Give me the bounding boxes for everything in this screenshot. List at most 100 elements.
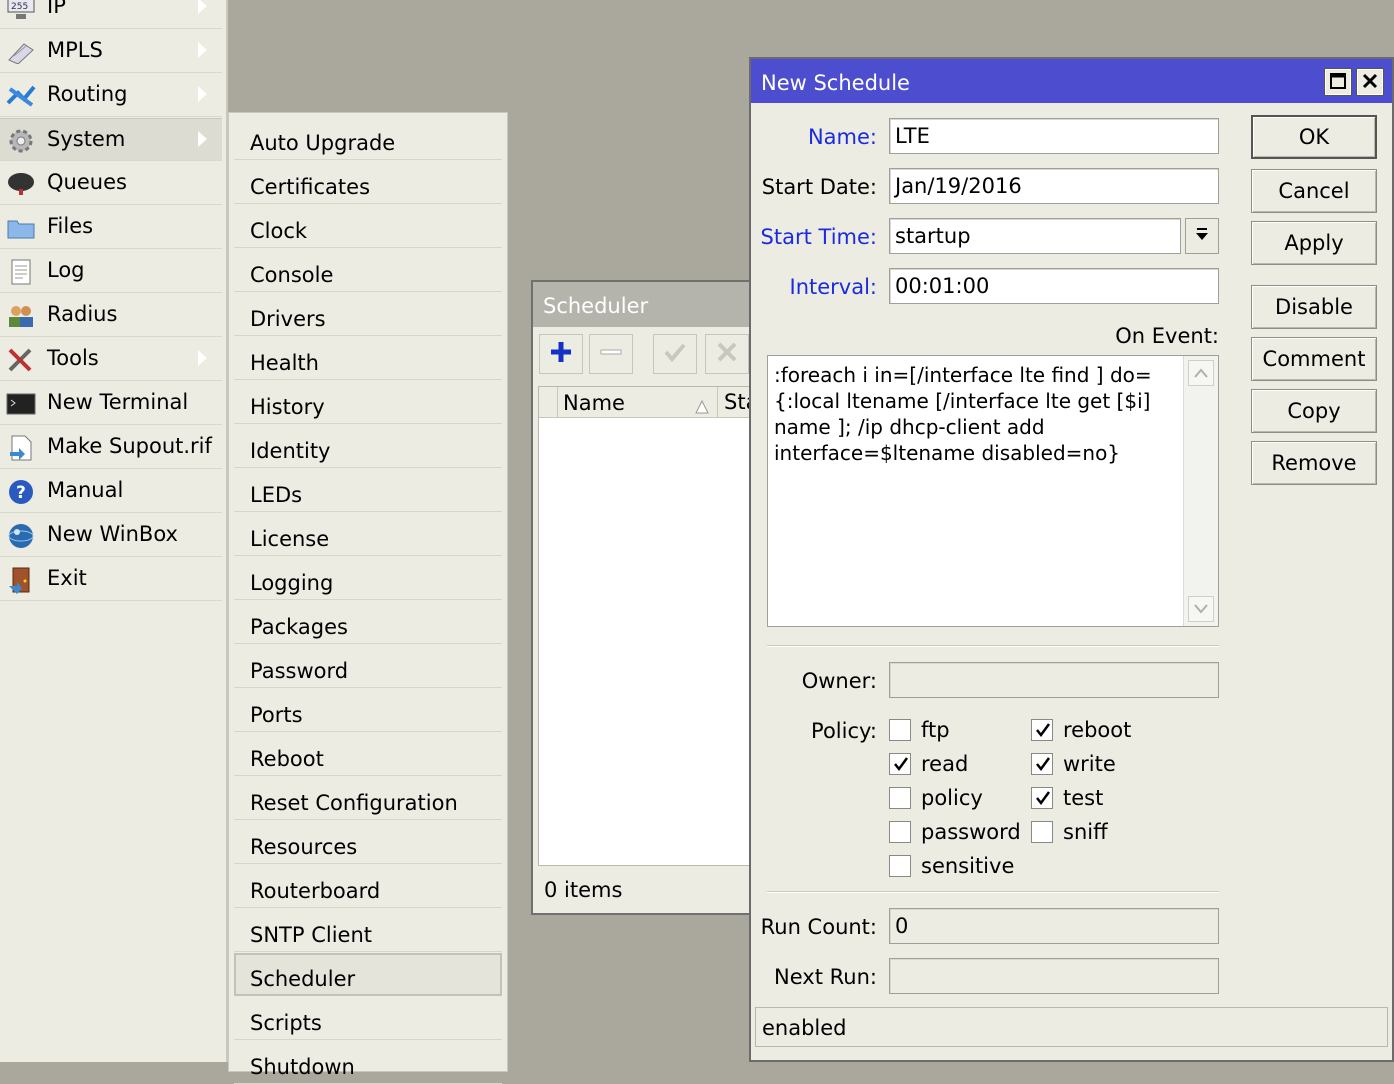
checkmark-icon bbox=[1036, 791, 1051, 806]
submenu-label: History bbox=[250, 395, 325, 419]
submenu-label: Reboot bbox=[250, 747, 324, 771]
start-time-dropdown-button[interactable] bbox=[1185, 218, 1219, 254]
remove-button[interactable] bbox=[589, 334, 633, 374]
start-date-field[interactable]: Jan/19/2016 bbox=[889, 168, 1219, 204]
vertical-scrollbar[interactable] bbox=[1183, 356, 1218, 626]
submenu-item-clock[interactable]: Clock bbox=[234, 205, 502, 248]
submenu-item-auto-upgrade[interactable]: Auto Upgrade bbox=[234, 117, 502, 160]
menu-item-exit[interactable]: Exit bbox=[0, 558, 222, 601]
scheduler-list[interactable]: Name Sta bbox=[538, 386, 778, 866]
check-icon bbox=[663, 340, 687, 369]
submenu-item-identity[interactable]: Identity bbox=[234, 425, 502, 468]
log-icon bbox=[6, 259, 36, 285]
disable-button[interactable] bbox=[705, 334, 749, 374]
apply-button[interactable]: Apply bbox=[1251, 221, 1377, 265]
column-header-name[interactable]: Name bbox=[563, 391, 625, 415]
submenu-label: Password bbox=[250, 659, 349, 683]
policy-checkbox-password[interactable] bbox=[889, 821, 911, 843]
submenu-item-ports[interactable]: Ports bbox=[234, 689, 502, 732]
menu-item-new-terminal[interactable]: New Terminal bbox=[0, 382, 222, 425]
policy-checkbox-sensitive[interactable] bbox=[889, 855, 911, 877]
menu-item-ip[interactable]: 255 IP bbox=[0, 0, 222, 29]
menu-item-manual[interactable]: ? Manual bbox=[0, 470, 222, 513]
add-button[interactable] bbox=[539, 334, 583, 374]
menu-item-tools[interactable]: Tools bbox=[0, 338, 222, 381]
submenu-item-resources[interactable]: Resources bbox=[234, 821, 502, 864]
menu-item-routing[interactable]: Routing bbox=[0, 74, 222, 117]
users-icon bbox=[6, 303, 36, 329]
ok-button[interactable]: OK bbox=[1251, 115, 1377, 159]
start-time-field[interactable]: startup bbox=[889, 218, 1181, 254]
close-button[interactable] bbox=[1356, 68, 1384, 96]
submenu-arrow-icon bbox=[197, 0, 207, 15]
policy-label-policy: policy bbox=[921, 786, 983, 810]
new-schedule-dialog: New Schedule Name: LTE Start Date: Jan/1… bbox=[749, 57, 1394, 1062]
cancel-button[interactable]: Cancel bbox=[1251, 169, 1377, 213]
plus-icon bbox=[549, 340, 573, 369]
name-field[interactable]: LTE bbox=[889, 118, 1219, 154]
copy-button[interactable]: Copy bbox=[1251, 389, 1377, 433]
item-count: 0 items bbox=[544, 878, 623, 902]
menu-item-radius[interactable]: Radius bbox=[0, 294, 222, 337]
menu-item-files[interactable]: Files bbox=[0, 206, 222, 249]
menu-label: Exit bbox=[47, 566, 87, 590]
submenu-item-certificates[interactable]: Certificates bbox=[234, 161, 502, 204]
terminal-icon bbox=[6, 391, 36, 417]
menu-item-queues[interactable]: Queues bbox=[0, 162, 222, 205]
submenu-item-reset-configuration[interactable]: Reset Configuration bbox=[234, 777, 502, 820]
submenu-item-console[interactable]: Console bbox=[234, 249, 502, 292]
menu-label: Queues bbox=[47, 170, 127, 194]
submenu-item-drivers[interactable]: Drivers bbox=[234, 293, 502, 336]
disable-button[interactable]: Disable bbox=[1251, 285, 1377, 329]
policy-checkbox-sniff[interactable] bbox=[1031, 821, 1053, 843]
submenu-item-shutdown[interactable]: Shutdown bbox=[234, 1041, 502, 1084]
tools-icon bbox=[6, 347, 36, 373]
header-spacer bbox=[539, 387, 558, 417]
on-event-textarea[interactable]: :foreach i in=[/interface lte find ] do=… bbox=[767, 355, 1219, 627]
submenu-item-license[interactable]: License bbox=[234, 513, 502, 556]
mpls-icon bbox=[6, 39, 36, 65]
scroll-down-icon[interactable] bbox=[1188, 596, 1214, 622]
menu-item-log[interactable]: Log bbox=[0, 250, 222, 293]
maximize-button[interactable] bbox=[1324, 68, 1352, 96]
submenu-label: Logging bbox=[250, 571, 334, 595]
submenu-item-scripts[interactable]: Scripts bbox=[234, 997, 502, 1040]
menu-item-make-supout[interactable]: Make Supout.rif bbox=[0, 426, 222, 469]
submenu-label: SNTP Client bbox=[250, 923, 373, 947]
submenu-item-packages[interactable]: Packages bbox=[234, 601, 502, 644]
comment-button[interactable]: Comment bbox=[1251, 337, 1377, 381]
submenu-label: Identity bbox=[250, 439, 331, 463]
policy-checkbox-policy[interactable] bbox=[889, 787, 911, 809]
submenu-item-leds[interactable]: LEDs bbox=[234, 469, 502, 512]
svg-text:255: 255 bbox=[11, 2, 28, 12]
policy-checkbox-read[interactable] bbox=[889, 753, 911, 775]
enable-button[interactable] bbox=[653, 334, 697, 374]
submenu-item-reboot[interactable]: Reboot bbox=[234, 733, 502, 776]
menu-label: Radius bbox=[47, 302, 118, 326]
submenu-label: Auto Upgrade bbox=[250, 131, 396, 155]
divider bbox=[767, 645, 1219, 647]
scroll-up-icon[interactable] bbox=[1188, 360, 1214, 386]
policy-checkbox-ftp[interactable] bbox=[889, 719, 911, 741]
submenu-item-health[interactable]: Health bbox=[234, 337, 502, 380]
submenu-item-scheduler[interactable]: Scheduler bbox=[234, 953, 502, 996]
menu-item-mpls[interactable]: MPLS bbox=[0, 30, 222, 73]
submenu-item-history[interactable]: History bbox=[234, 381, 502, 424]
menu-item-new-winbox[interactable]: New WinBox bbox=[0, 514, 222, 557]
submenu-item-sntp-client[interactable]: SNTP Client bbox=[234, 909, 502, 952]
policy-checkbox-write[interactable] bbox=[1031, 753, 1053, 775]
interval-field[interactable]: 00:01:00 bbox=[889, 268, 1219, 304]
menu-item-system[interactable]: System bbox=[0, 118, 222, 161]
submenu-item-routerboard[interactable]: Routerboard bbox=[234, 865, 502, 908]
policy-checkbox-test[interactable] bbox=[1031, 787, 1053, 809]
submenu-item-logging[interactable]: Logging bbox=[234, 557, 502, 600]
queues-icon bbox=[6, 171, 36, 197]
dialog-title-bar[interactable]: New Schedule bbox=[751, 59, 1392, 103]
folder-icon bbox=[6, 215, 36, 241]
policy-checkbox-reboot[interactable] bbox=[1031, 719, 1053, 741]
submenu-item-password[interactable]: Password bbox=[234, 645, 502, 688]
menu-label: Manual bbox=[47, 478, 124, 502]
start-date-label: Start Date: bbox=[761, 175, 877, 199]
remove-button[interactable]: Remove bbox=[1251, 441, 1377, 485]
submenu-label: Resources bbox=[250, 835, 358, 859]
